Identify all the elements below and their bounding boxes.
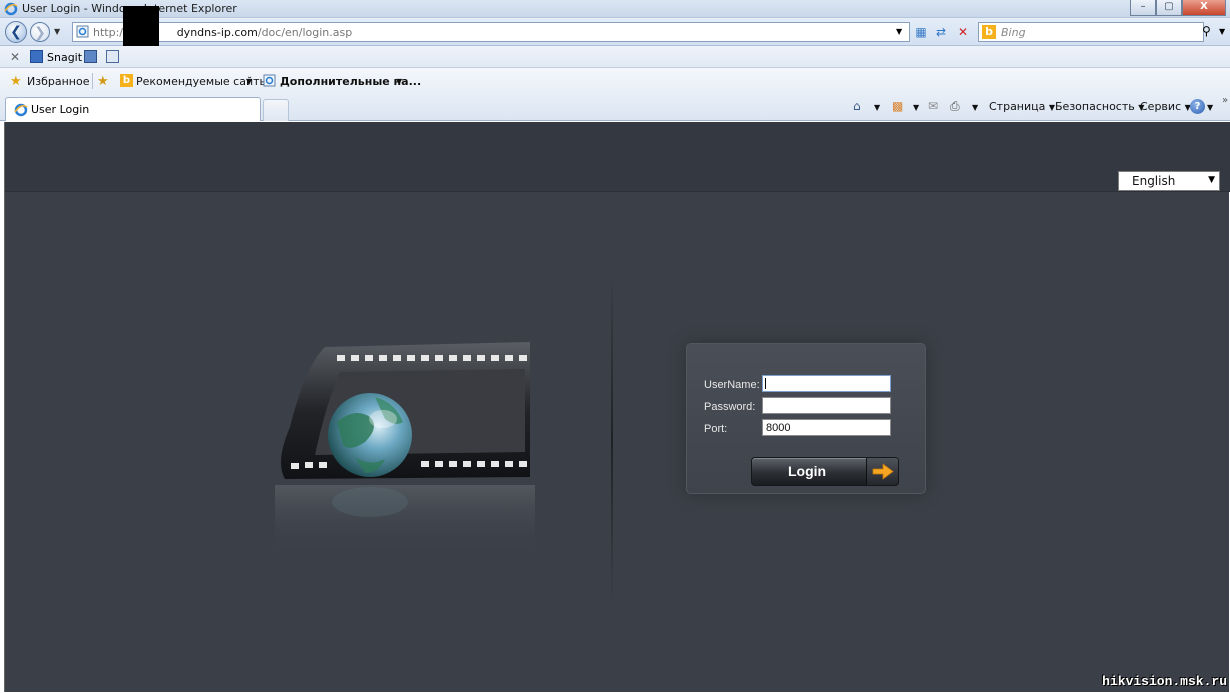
favorites-button[interactable]: Избранное xyxy=(27,75,89,88)
print-icon[interactable]: ⎙ xyxy=(950,99,960,114)
browser-window: User Login - Windows Internet Explorer –… xyxy=(0,0,1230,693)
port-value: 8000 xyxy=(766,422,791,434)
favorites-bar: ★ Избранное ★ b Рекомендуемые сайты ▼ До… xyxy=(0,68,1230,95)
bing-logo-icon: b xyxy=(982,25,996,39)
search-icon[interactable]: ⚲ xyxy=(1202,24,1211,38)
back-button[interactable]: ❮ xyxy=(5,21,27,43)
login-button-label: Login xyxy=(788,463,827,479)
login-button[interactable]: Login xyxy=(751,457,899,486)
stop-icon[interactable]: ✕ xyxy=(955,24,971,40)
tools-menu-label: Сервис xyxy=(1140,100,1182,113)
address-toolbar: ❮ ❯ ▼ http:// dyndns-ip.com/doc/en/login.… xyxy=(0,18,1230,46)
snagit-icon[interactable] xyxy=(30,50,43,63)
favorites-separator xyxy=(92,73,93,89)
search-options-icon[interactable]: ▼ xyxy=(1219,27,1225,36)
password-label: Password: xyxy=(704,401,756,413)
feeds-dropdown-icon[interactable]: ▼ xyxy=(913,103,919,112)
text-caret xyxy=(765,378,766,389)
page-header: English ▼ xyxy=(5,122,1230,192)
port-input[interactable]: 8000 xyxy=(762,419,891,436)
new-tab-button[interactable] xyxy=(263,99,289,121)
language-select[interactable]: English ▼ xyxy=(1118,171,1220,191)
maximize-button[interactable]: ▢ xyxy=(1156,0,1182,16)
vertical-divider xyxy=(611,277,613,602)
print-dropdown-icon[interactable]: ▼ xyxy=(972,103,978,112)
refresh-icon[interactable]: ⇄ xyxy=(933,24,949,40)
tab-row: User Login ⌂ ▼ ▩ ▼ ✉ ⎙ ▼ Страница ▼ Безо… xyxy=(0,95,1230,121)
watermark-text: hikvision.msk.ru xyxy=(1102,674,1227,689)
capture-icon[interactable] xyxy=(84,50,97,63)
url-dropdown-icon[interactable]: ▼ xyxy=(896,27,902,36)
login-panel: UserName: Password: Port: 8000 Login xyxy=(686,343,926,494)
ie-page-icon xyxy=(263,74,276,87)
safety-menu-label: Безопасность xyxy=(1055,100,1135,113)
search-input[interactable]: b Bing xyxy=(978,22,1204,42)
film-globe-logo xyxy=(275,342,535,555)
url-path: /doc/en/login.asp xyxy=(257,26,353,39)
add-favorite-icon[interactable]: ★ xyxy=(97,74,109,89)
ie-tab-icon xyxy=(14,103,28,117)
more-commands-icon[interactable]: » xyxy=(1222,95,1228,106)
language-dropdown-icon: ▼ xyxy=(1208,175,1215,185)
home-dropdown-icon[interactable]: ▼ xyxy=(874,103,880,112)
username-label: UserName: xyxy=(704,379,760,391)
bing-icon: b xyxy=(120,74,133,87)
suggested-sites-dropdown-icon[interactable]: ▼ xyxy=(246,77,252,86)
url-domain: dyndns-ip.com xyxy=(176,26,258,39)
home-icon[interactable]: ⌂ xyxy=(853,99,861,113)
tab-user-login[interactable]: User Login xyxy=(5,97,261,121)
capture-window-icon[interactable] xyxy=(106,50,119,63)
snagit-toolbar: ✕ Snagit xyxy=(0,46,1230,68)
password-input[interactable] xyxy=(762,397,891,414)
snagit-button[interactable]: Snagit xyxy=(47,51,82,64)
tools-menu[interactable]: Сервис ▼ xyxy=(1140,100,1191,113)
history-dropdown-icon[interactable]: ▼ xyxy=(54,27,60,36)
close-toolbar-icon[interactable]: ✕ xyxy=(10,50,20,64)
redaction-block xyxy=(123,6,159,49)
safety-menu[interactable]: Безопасность ▼ xyxy=(1055,100,1144,113)
mail-icon[interactable]: ✉ xyxy=(928,99,938,113)
address-input[interactable]: http:// dyndns-ip.com/doc/en/login.asp xyxy=(72,22,910,42)
login-page: English ▼ UserName: Password: Port: 8000… xyxy=(4,122,1230,692)
window-controls: – ▢ X xyxy=(1130,0,1226,16)
favorites-star-icon: ★ xyxy=(10,74,22,89)
addons-dropdown-icon[interactable]: ▼ xyxy=(396,77,402,86)
feeds-icon[interactable]: ▩ xyxy=(892,99,903,113)
compatibility-view-icon[interactable]: ▦ xyxy=(913,24,929,40)
username-input[interactable] xyxy=(762,375,891,392)
language-value: English xyxy=(1132,174,1176,188)
page-icon xyxy=(76,25,89,38)
help-dropdown-icon[interactable]: ▼ xyxy=(1207,103,1213,112)
minimize-button[interactable]: – xyxy=(1130,0,1156,16)
title-bar: User Login - Windows Internet Explorer –… xyxy=(0,0,1230,18)
forward-button[interactable]: ❯ xyxy=(30,22,50,42)
help-icon[interactable]: ? xyxy=(1190,99,1205,114)
login-arrow-box xyxy=(866,458,898,485)
tab-label: User Login xyxy=(31,103,90,116)
page-menu[interactable]: Страница ▼ xyxy=(989,100,1055,113)
page-menu-label: Страница xyxy=(989,100,1046,113)
url-prefix: http:// xyxy=(93,26,127,39)
search-placeholder: Bing xyxy=(1001,26,1026,39)
port-label: Port: xyxy=(704,423,728,435)
close-button[interactable]: X xyxy=(1182,0,1226,16)
ie-logo-icon xyxy=(4,2,18,16)
arrow-right-icon xyxy=(872,463,894,480)
